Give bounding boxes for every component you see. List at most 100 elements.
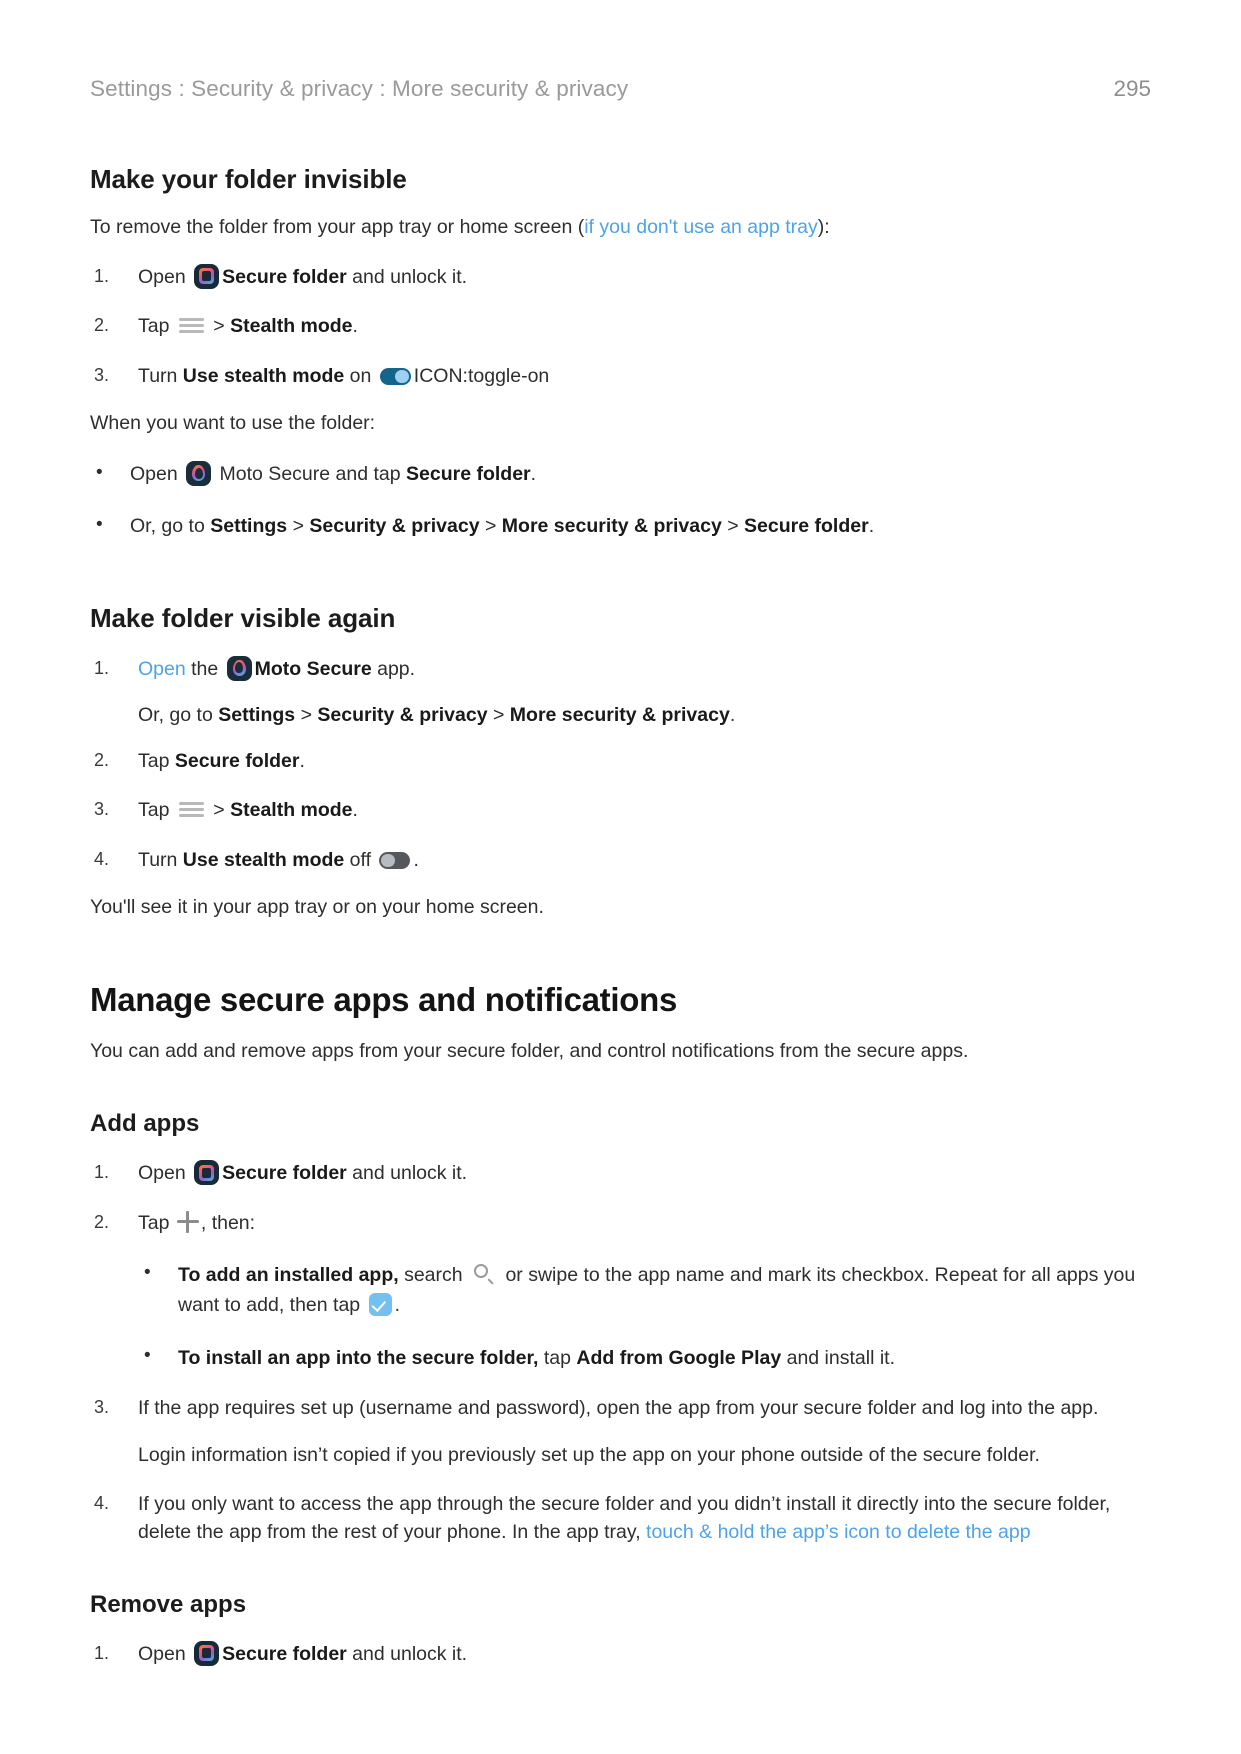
step-number: 1. xyxy=(94,265,110,286)
step-item: 4. If you only want to access the app thr… xyxy=(90,1491,1151,1546)
step-text: Open xyxy=(138,1162,192,1185)
document-page: Settings : Security & privacy : More sec… xyxy=(0,0,1241,1754)
bullet-dot: • xyxy=(96,462,103,484)
secure-folder-label: Secure folder xyxy=(174,749,300,772)
step-text: Open xyxy=(138,1642,192,1665)
step-number: 3. xyxy=(94,799,110,820)
step-number: 1. xyxy=(94,1162,110,1183)
crumb-sep: > xyxy=(295,704,318,727)
note-text: Or, go to xyxy=(138,704,219,727)
manage-intro: You can add and remove apps from your se… xyxy=(90,1040,969,1063)
steps-make-visible: 1. Open the Moto Secure app. Or, go to Se… xyxy=(90,655,1151,875)
page-title-manage: Manage secure apps and notifications xyxy=(90,981,678,1019)
breadcrumb: Settings : Security & privacy : More sec… xyxy=(90,76,629,101)
step-item: 3. Turn Use stealth mode on ICON:toggle-o… xyxy=(90,363,1151,391)
subsection-heading-add-apps: Add apps xyxy=(90,1110,200,1138)
secure-folder-icon xyxy=(194,1160,220,1186)
sub-bullets-add-apps: • To add an installed app, search or swip… xyxy=(138,1261,1151,1373)
crumb-sep: > xyxy=(721,515,745,538)
step-text: Tap xyxy=(138,799,175,822)
alt-path-note: Or, go to Settings > Security & privacy … xyxy=(138,701,1151,729)
bullet-text-tail: and install it. xyxy=(781,1346,895,1369)
section-heading-make-invisible: Make your folder invisible xyxy=(90,164,407,194)
bullet-dot: • xyxy=(144,1262,151,1284)
step-number: 1. xyxy=(94,1642,110,1663)
bullet-text: tap xyxy=(538,1346,577,1369)
intro-text-before: To remove the folder from your app tray … xyxy=(90,216,585,238)
secure-folder-label: Secure folder xyxy=(406,463,531,486)
app-tray-link[interactable]: if you don't use an app tray xyxy=(584,216,818,238)
section-heading-make-visible: Make folder visible again xyxy=(90,602,396,633)
when-use-folder-text: When you want to use the folder: xyxy=(90,411,376,434)
list-item: • Open Moto Secure and tap Secure folder. xyxy=(90,461,1151,489)
step-text-tail: . xyxy=(413,849,419,872)
add-installed-app-label: To add an installed app, xyxy=(178,1264,399,1287)
step-number: 3. xyxy=(94,1397,110,1418)
open-link[interactable]: Open xyxy=(138,658,186,680)
step-text-mid: on xyxy=(344,365,377,388)
breadcrumb-settings: Settings xyxy=(210,515,288,538)
step-item: 1. Open Secure folder and unlock it. xyxy=(90,263,1151,292)
add-from-google-play-label: Add from Google Play xyxy=(576,1346,782,1369)
step-number: 1. xyxy=(94,657,110,678)
steps-remove-apps: 1. Open Secure folder and unlock it. xyxy=(90,1640,1151,1669)
step-text: Tap xyxy=(138,749,175,772)
step-item: 3. If the app requires set up (username a… xyxy=(90,1395,1151,1469)
plus-icon xyxy=(176,1210,199,1233)
step-number: 2. xyxy=(94,1211,110,1232)
step-text-tail: app. xyxy=(371,657,416,680)
menu-icon xyxy=(178,317,204,334)
step-text-tail: and unlock it. xyxy=(346,265,468,288)
breadcrumb-settings: Settings xyxy=(218,704,296,727)
stealth-mode-label: Stealth mode xyxy=(230,315,353,338)
steps-add-apps: 1. Open Secure folder and unlock it. 2. Ta… xyxy=(90,1160,1151,1546)
step-separator: > xyxy=(207,315,231,338)
step-text: Tap xyxy=(138,1211,175,1234)
bullet-text-tail: . xyxy=(530,463,537,486)
bullet-text: Or, go to xyxy=(130,515,211,538)
running-header: Settings : Security & privacy : More sec… xyxy=(90,0,1151,102)
step-item: 1. Open the Moto Secure app. Or, go to Se… xyxy=(90,655,1151,730)
stealth-mode-label: Stealth mode xyxy=(230,799,353,822)
step-separator: > xyxy=(207,799,231,822)
list-item: • To install an app into the secure folde… xyxy=(138,1344,1151,1373)
bullet-text-mid: Moto Secure and tap xyxy=(214,463,406,486)
toggle-on-icon xyxy=(379,368,411,386)
subsection-heading-remove-apps: Remove apps xyxy=(90,1590,247,1618)
bullet-text: search xyxy=(398,1264,469,1287)
bullet-text: Open xyxy=(130,463,184,486)
use-stealth-mode-label: Use stealth mode xyxy=(182,849,345,872)
bullet-dot: • xyxy=(96,514,103,536)
step-text-tail: and unlock it. xyxy=(346,1642,468,1665)
moto-secure-label: Moto Secure xyxy=(254,657,372,680)
step-text-tail: . xyxy=(352,799,358,822)
breadcrumb-more-security: More security & privacy xyxy=(501,515,722,538)
crumb-sep: > xyxy=(487,704,510,727)
checkbox-confirm-icon xyxy=(368,1292,392,1316)
use-stealth-mode-label: Use stealth mode xyxy=(182,365,345,388)
bullet-dot: • xyxy=(144,1344,151,1366)
secure-folder-icon xyxy=(194,263,220,289)
step-number: 2. xyxy=(94,749,110,770)
step-text: If the app requires set up (username and… xyxy=(138,1397,1099,1420)
closing-text: You'll see it in your app tray or on you… xyxy=(90,895,544,918)
breadcrumb-secure-folder: Secure folder xyxy=(744,515,869,538)
step-text-tail: and unlock it. xyxy=(346,1162,468,1185)
toggle-off-icon xyxy=(379,852,411,870)
bullets-when-use: • Open Moto Secure and tap Secure folder.… xyxy=(90,461,1151,540)
step-item: 2. Tap > Stealth mode. xyxy=(90,313,1151,341)
intro-text-after: ): xyxy=(817,216,830,238)
list-item: • To add an installed app, search or swip… xyxy=(138,1261,1151,1320)
step-item: 3. Tap > Stealth mode. xyxy=(90,797,1151,825)
bullet-text-tail: . xyxy=(394,1293,400,1316)
login-info-note: Login information isn’t copied if you pr… xyxy=(138,1443,1040,1466)
page-number: 295 xyxy=(1113,76,1151,101)
step-text-tail: , then: xyxy=(200,1211,256,1234)
touch-hold-delete-link[interactable]: touch & hold the app’s icon to delete th… xyxy=(646,1521,1031,1543)
moto-secure-icon xyxy=(186,461,212,487)
secure-folder-label: Secure folder xyxy=(222,1642,347,1665)
install-app-label: To install an app into the secure folder… xyxy=(178,1346,539,1369)
step-item: 1. Open Secure folder and unlock it. xyxy=(90,1640,1151,1669)
note-text-tail: . xyxy=(729,704,736,727)
secure-folder-label: Secure folder xyxy=(222,1162,347,1185)
